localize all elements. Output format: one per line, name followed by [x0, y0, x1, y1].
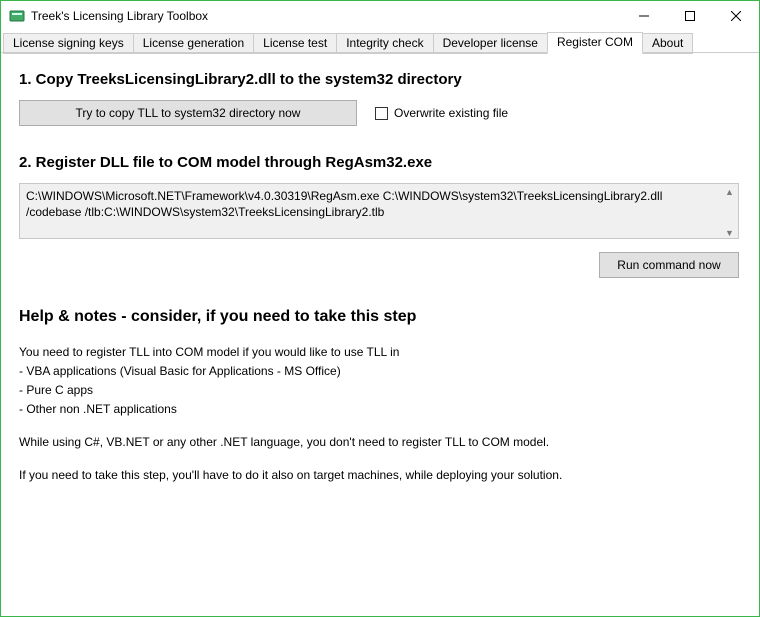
window-controls [621, 1, 759, 31]
tab-license-generation[interactable]: License generation [133, 33, 254, 54]
help-line: - VBA applications (Visual Basic for App… [19, 363, 741, 380]
run-command-button[interactable]: Run command now [599, 252, 739, 278]
app-window: Treek's Licensing Library Toolbox Licens… [0, 0, 760, 617]
maximize-button[interactable] [667, 1, 713, 31]
help-line: - Pure C apps [19, 382, 741, 399]
help-body: You need to register TLL into COM model … [19, 344, 741, 484]
titlebar: Treek's Licensing Library Toolbox [1, 1, 759, 31]
help-line: You need to register TLL into COM model … [19, 344, 741, 361]
command-textbox[interactable] [19, 183, 739, 239]
tab-register-com[interactable]: Register COM [547, 32, 643, 53]
step1-heading: 1. Copy TreeksLicensingLibrary2.dll to t… [19, 71, 741, 88]
step2-heading: 2. Register DLL file to COM model throug… [19, 154, 741, 171]
window-title: Treek's Licensing Library Toolbox [31, 9, 208, 23]
step1-row: Try to copy TLL to system32 directory no… [19, 100, 741, 126]
help-line: - Other non .NET applications [19, 401, 741, 418]
close-button[interactable] [713, 1, 759, 31]
app-icon [9, 8, 25, 24]
tabstrip: License signing keys License generation … [1, 31, 759, 53]
copy-tll-button[interactable]: Try to copy TLL to system32 directory no… [19, 100, 357, 126]
tab-license-signing-keys[interactable]: License signing keys [3, 33, 134, 54]
help-line: If you need to take this step, you'll ha… [19, 467, 741, 484]
overwrite-checkbox-label: Overwrite existing file [394, 106, 508, 120]
tab-about[interactable]: About [642, 33, 693, 54]
overwrite-checkbox[interactable]: Overwrite existing file [375, 106, 508, 120]
command-area: ▲ ▼ [19, 183, 739, 242]
tab-content-register-com: 1. Copy TreeksLicensingLibrary2.dll to t… [1, 53, 759, 616]
minimize-button[interactable] [621, 1, 667, 31]
help-heading: Help & notes - consider, if you need to … [19, 308, 741, 326]
checkbox-icon [375, 107, 388, 120]
tab-integrity-check[interactable]: Integrity check [336, 33, 433, 54]
help-line: While using C#, VB.NET or any other .NET… [19, 434, 741, 451]
tab-developer-license[interactable]: Developer license [433, 33, 548, 54]
tab-license-test[interactable]: License test [253, 33, 337, 54]
